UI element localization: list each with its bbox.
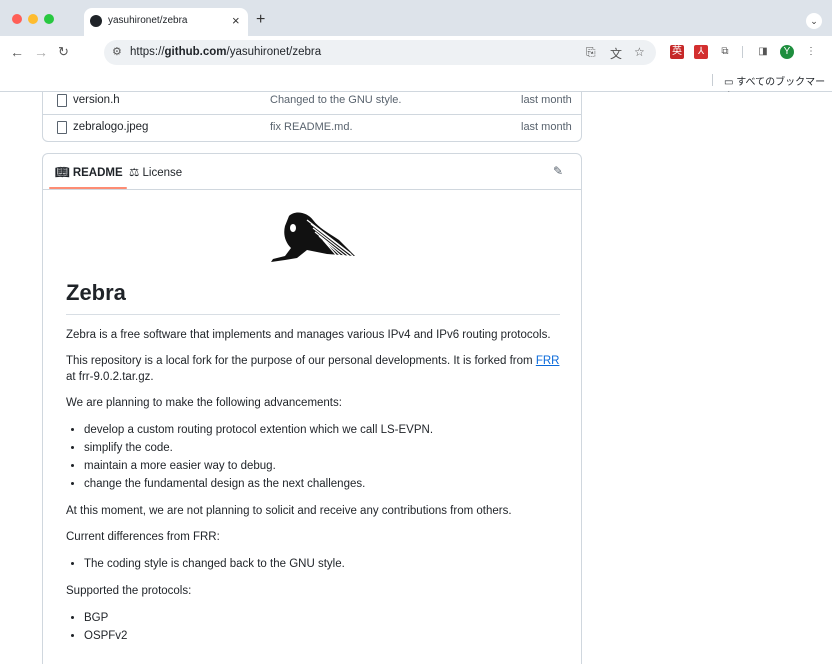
- github-icon: [90, 15, 102, 27]
- file-list: version.h Changed to the GNU style. last…: [42, 92, 582, 142]
- readme-fork-note: This repository is a local fork for the …: [66, 355, 560, 383]
- readme-contributions-note: At this moment, we are not planning to s…: [66, 505, 512, 517]
- minimize-window-button[interactable]: [28, 14, 38, 24]
- new-tab-button[interactable]: +: [256, 11, 265, 29]
- tab-license[interactable]: ⚖ License: [129, 165, 182, 179]
- url-text[interactable]: https://github.com/yasuhironet/zebra: [130, 46, 321, 58]
- bookmarks-divider: [712, 74, 713, 86]
- list-item: maintain a more easier way to debug.: [84, 457, 560, 475]
- site-info-icon[interactable]: ⚙: [112, 45, 122, 58]
- file-icon: [57, 121, 67, 134]
- extensions-puzzle-icon[interactable]: ⧉: [718, 45, 732, 59]
- back-icon[interactable]: ←: [10, 44, 24, 60]
- extension-red-icon[interactable]: 英: [670, 45, 684, 59]
- file-row[interactable]: version.h Changed to the GNU style. last…: [43, 92, 581, 115]
- readme-header: 📖︎ README ⚖ License ✎: [43, 154, 581, 190]
- readme-plans-heading: We are planning to make the following ad…: [66, 397, 342, 409]
- readme-title: Zebra: [66, 280, 560, 315]
- readme-panel: 📖︎ README ⚖ License ✎ Zebra Zebra is a f…: [42, 153, 582, 664]
- list-item: OSPFv2: [84, 627, 560, 645]
- differences-list: The coding style is changed back to the …: [66, 555, 560, 573]
- folder-icon: ▭: [724, 77, 734, 88]
- tab-readme[interactable]: 📖︎ README: [55, 165, 123, 179]
- tab-search-button[interactable]: ⌄: [806, 13, 822, 29]
- pdf-extension-icon[interactable]: ⅄: [694, 45, 708, 59]
- address-bar[interactable]: ⚙ https://github.com/yasuhironet/zebra ⎘…: [104, 40, 656, 65]
- page-content: version.h Changed to the GNU style. last…: [0, 92, 832, 664]
- profile-avatar[interactable]: Y: [780, 45, 794, 59]
- file-name[interactable]: zebralogo.jpeg: [73, 121, 148, 133]
- protocols-list: BGP OSPFv2: [66, 609, 560, 645]
- side-panel-icon[interactable]: ◨: [756, 45, 770, 59]
- book-icon: 📖︎: [55, 167, 70, 179]
- file-row[interactable]: zebralogo.jpeg fix README.md. last month: [43, 115, 581, 141]
- list-item: develop a custom routing protocol extent…: [84, 421, 560, 439]
- list-item: simplify the code.: [84, 439, 560, 457]
- toolbar-divider: [742, 46, 743, 58]
- bookmarks-bar: ▭ すべてのブックマーク: [0, 69, 832, 103]
- forward-icon[interactable]: →: [34, 44, 48, 60]
- readme-differences-heading: Current differences from FRR:: [66, 531, 220, 543]
- tab-strip: yasuhironet/zebra × + ⌄: [0, 0, 832, 36]
- close-window-button[interactable]: [12, 14, 22, 24]
- readme-protocols-heading: Supported the protocols:: [66, 585, 192, 597]
- active-tab-underline: [49, 187, 127, 189]
- list-item: change the fundamental design as the nex…: [84, 475, 560, 493]
- install-app-icon[interactable]: ⎘: [586, 45, 596, 60]
- list-item: The coding style is changed back to the …: [84, 555, 560, 573]
- browser-menu-icon[interactable]: ⋮: [804, 45, 818, 59]
- plans-list: develop a custom routing protocol extent…: [66, 421, 560, 493]
- frr-link[interactable]: FRR: [536, 355, 560, 367]
- commit-message[interactable]: Changed to the GNU style.: [270, 94, 401, 106]
- bookmark-star-icon[interactable]: ☆: [634, 45, 645, 59]
- readme-intro: Zebra is a free software that implements…: [66, 329, 551, 341]
- reload-icon[interactable]: ↻: [58, 44, 69, 60]
- zoom-window-button[interactable]: [44, 14, 54, 24]
- scale-icon: ⚖: [129, 167, 140, 179]
- tab-close-button[interactable]: ×: [232, 13, 240, 28]
- commit-message[interactable]: fix README.md.: [270, 121, 353, 133]
- browser-toolbar: ← → ↻ ⚙ https://github.com/yasuhironet/z…: [0, 36, 832, 69]
- file-name[interactable]: version.h: [73, 94, 120, 106]
- zebra-logo-image: [271, 212, 355, 262]
- edit-pencil-icon[interactable]: ✎: [553, 164, 563, 178]
- file-icon: [57, 94, 67, 107]
- translate-icon[interactable]: 文: [610, 45, 622, 62]
- readme-content: Zebra Zebra is a free software that impl…: [66, 280, 560, 655]
- tab-title: yasuhironet/zebra: [108, 15, 188, 26]
- browser-tab[interactable]: yasuhironet/zebra ×: [84, 8, 248, 36]
- commit-age: last month: [521, 94, 572, 106]
- list-item: BGP: [84, 609, 560, 627]
- commit-age: last month: [521, 121, 572, 133]
